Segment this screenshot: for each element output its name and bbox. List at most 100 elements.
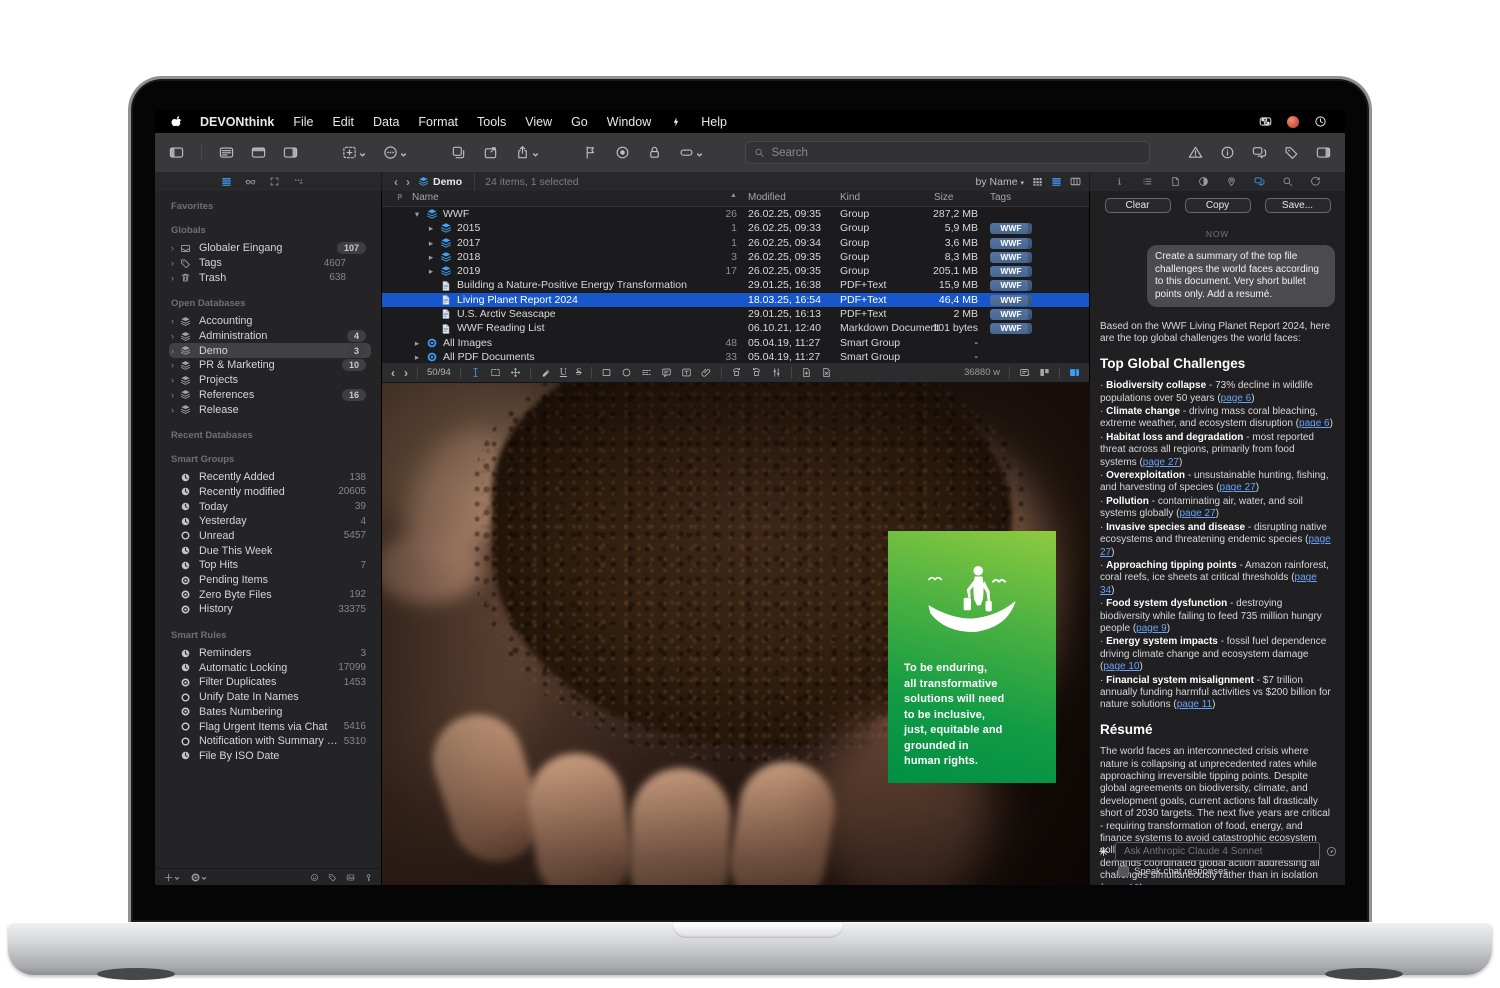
pdf-prev-page-button[interactable]: ‹	[391, 366, 395, 380]
chat-button[interactable]	[1252, 145, 1267, 160]
label-button[interactable]	[679, 145, 703, 160]
sidebar-item-database[interactable]: › Projects	[169, 373, 371, 388]
disclosure-icon[interactable]: ▸	[426, 264, 436, 278]
table-row[interactable]: ▸ 2017 1 26.02.25, 09:34 Group 3,6 MB WW…	[382, 236, 1089, 250]
sidebar-item-database[interactable]: › References 16	[169, 388, 371, 403]
characters-icon[interactable]	[293, 176, 304, 187]
table-row[interactable]: WWF Reading List 06.10.21, 12:40 Markdow…	[382, 321, 1089, 335]
rotate-right-button[interactable]	[751, 367, 762, 378]
move-tool[interactable]	[510, 367, 521, 378]
table-row[interactable]: ▸ All Images 48 05.04.19, 11:27 Smart Gr…	[382, 336, 1089, 350]
toggle-right-panel-button[interactable]	[1316, 145, 1331, 160]
search-input[interactable]	[769, 146, 1141, 160]
underline-tool[interactable]: U	[560, 367, 567, 378]
sidebar-item-smart-group[interactable]: Zero Byte Files 192	[169, 587, 371, 602]
column-size[interactable]: Size	[934, 192, 953, 203]
actions-button[interactable]	[383, 145, 407, 160]
script-menu-icon[interactable]	[670, 116, 682, 128]
warning-button[interactable]	[1188, 145, 1203, 160]
tags-button[interactable]	[1284, 145, 1299, 160]
table-row[interactable]: Living Planet Report 2024 18.03.25, 16:5…	[382, 293, 1089, 307]
sidebar-item-smart-rule[interactable]: Bates Numbering	[169, 705, 371, 720]
sidebar-item-smart-group[interactable]: Pending Items	[169, 573, 371, 588]
disclosure-icon[interactable]: ›	[171, 273, 180, 283]
menu-format[interactable]: Format	[418, 115, 458, 129]
table-row[interactable]: Building a Nature-Positive Energy Transf…	[382, 278, 1089, 292]
thumbnails-button[interactable]	[1039, 367, 1050, 378]
item-tag[interactable]: WWF	[990, 321, 1032, 335]
clip-icon[interactable]	[269, 176, 280, 187]
new-item-button[interactable]	[342, 145, 366, 160]
square-annotation-tool[interactable]	[601, 367, 612, 378]
page-link[interactable]: page 27	[1220, 482, 1256, 493]
rotate-selection-button[interactable]	[771, 367, 782, 378]
sidebar-item-smart-rule[interactable]: File By ISO Date	[169, 749, 371, 764]
tag-filter-icon[interactable]	[328, 873, 337, 882]
disclosure-icon[interactable]: ›	[171, 346, 180, 356]
column-tags[interactable]: Tags	[990, 192, 1011, 203]
mark-button[interactable]	[615, 145, 630, 160]
menu-data[interactable]: Data	[373, 115, 399, 129]
circle-annotation-tool[interactable]	[621, 367, 632, 378]
menu-help[interactable]: Help	[701, 115, 727, 129]
text-annotation-tool[interactable]	[681, 367, 692, 378]
settings-button[interactable]	[190, 872, 207, 883]
flag-button[interactable]	[583, 145, 598, 160]
highlight-tool[interactable]	[540, 367, 551, 378]
sidebar-item-smart-rule[interactable]: Unify Date In Names	[169, 690, 371, 705]
chat-input-field[interactable]	[1115, 842, 1320, 861]
location-inspector-icon[interactable]	[1226, 176, 1237, 187]
column-kind[interactable]: Kind	[840, 192, 860, 203]
view-widescreen-button[interactable]	[251, 145, 266, 160]
sidebar-item[interactable]: › Tags 4607	[169, 256, 371, 271]
clear-button[interactable]: Clear	[1105, 198, 1171, 213]
item-tag[interactable]: WWF	[990, 264, 1032, 278]
page-link[interactable]: page 10	[1103, 661, 1139, 672]
page-link[interactable]: page 27	[1143, 457, 1179, 468]
table-row[interactable]: U.S. Arctiv Seascape 29.01.25, 16:13 PDF…	[382, 307, 1089, 321]
app-menu[interactable]: DEVONthink	[200, 115, 274, 129]
account-icon[interactable]	[1287, 116, 1299, 128]
line-annotation-tool[interactable]	[641, 367, 652, 378]
resume-page-link[interactable]: page 12	[1103, 883, 1139, 885]
table-row[interactable]: ▸ 2018 3 26.02.25, 09:35 Group 8,3 MB WW…	[382, 250, 1089, 264]
forward-button[interactable]: ›	[402, 175, 414, 189]
disclosure-icon[interactable]: ›	[171, 316, 180, 326]
pdf-page-indicator[interactable]: 50/94	[427, 367, 451, 378]
disclosure-icon[interactable]: ›	[171, 331, 180, 341]
disclosure-icon[interactable]: ›	[171, 258, 180, 268]
share-button[interactable]	[515, 145, 539, 160]
apple-menu[interactable]	[170, 115, 184, 129]
link-annotation-tool[interactable]	[701, 367, 712, 378]
breadcrumb-database[interactable]: Demo	[433, 176, 462, 188]
chat-input[interactable]	[1122, 845, 1313, 858]
disclosure-icon[interactable]: ›	[171, 390, 180, 400]
sidebar-item[interactable]: › Trash 638	[169, 270, 371, 285]
page-link[interactable]: page 6	[1299, 418, 1330, 429]
sidebar-item-smart-rule[interactable]: Reminders 3	[169, 646, 371, 661]
clock-icon[interactable]	[1314, 115, 1327, 128]
sidebar-item-database[interactable]: › Accounting	[169, 314, 371, 329]
duplicate-button[interactable]	[451, 145, 466, 160]
menu-go[interactable]: Go	[571, 115, 588, 129]
sidebar-item-smart-group[interactable]: Today 39	[169, 499, 371, 514]
view-inspector-button[interactable]	[283, 145, 298, 160]
sidebar-item-database[interactable]: › Administration 4	[169, 329, 371, 344]
rotate-left-button[interactable]	[731, 367, 742, 378]
document-inspector-icon[interactable]	[1170, 176, 1181, 187]
item-tag[interactable]: WWF	[990, 250, 1032, 264]
page-link[interactable]: page 6	[1221, 393, 1252, 404]
sidebar-item-smart-group[interactable]: Top Hits 7	[169, 558, 371, 573]
send-icon[interactable]	[1326, 846, 1337, 857]
sidebar-item-smart-rule[interactable]: Automatic Locking 17099	[169, 660, 371, 675]
page-link[interactable]: page 27	[1179, 508, 1215, 519]
sidebar-item[interactable]: › Globaler Eingang 107	[169, 241, 371, 256]
menu-edit[interactable]: Edit	[332, 115, 354, 129]
history-inspector-icon[interactable]	[1310, 176, 1321, 187]
speak-checkbox[interactable]	[1118, 866, 1129, 877]
sidebar-item-database[interactable]: › Release	[169, 402, 371, 417]
sidebar-item-smart-group[interactable]: Recently modified 20605	[169, 485, 371, 500]
sidebar-item-smart-rule[interactable]: Filter Duplicates 1453	[169, 675, 371, 690]
add-page-button[interactable]	[801, 367, 812, 378]
note-annotation-tool[interactable]	[661, 367, 672, 378]
